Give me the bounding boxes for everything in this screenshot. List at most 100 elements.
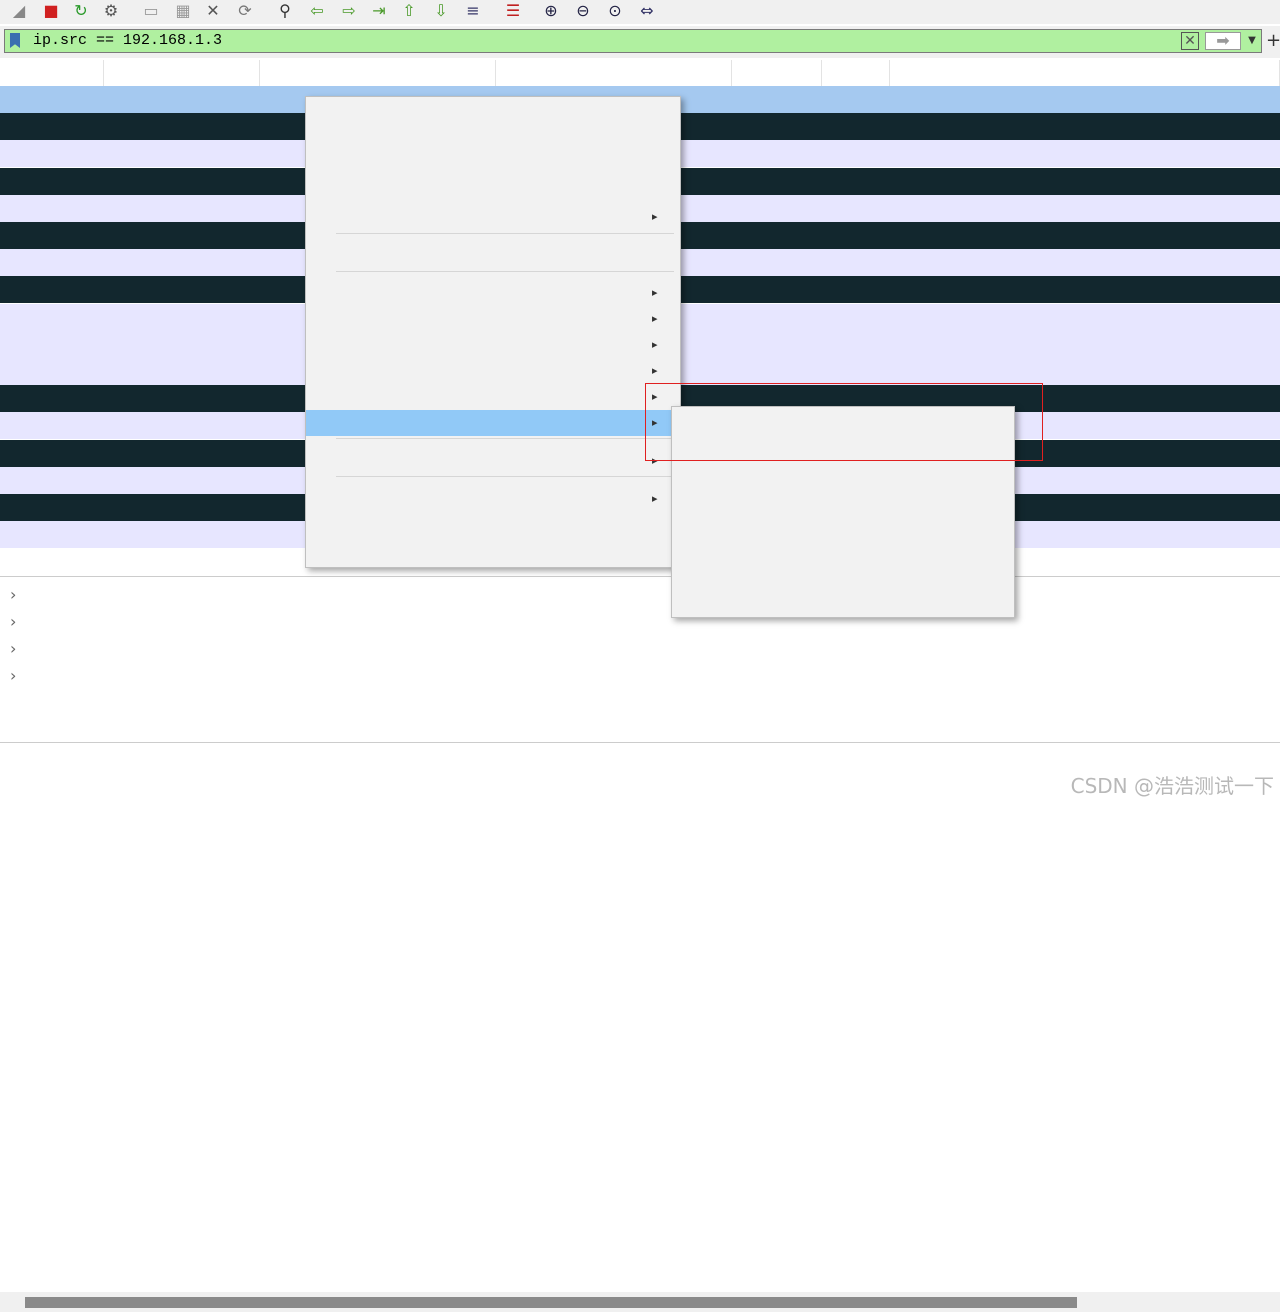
goto-icon[interactable]: ⇥ xyxy=(368,0,390,20)
resize-columns-icon[interactable]: ⇔ xyxy=(636,0,658,20)
zoom-in-icon[interactable]: ⊕ xyxy=(540,0,562,20)
packet-time-cell xyxy=(110,412,260,439)
colorize-icon[interactable]: ☰ xyxy=(502,0,524,20)
reload-icon[interactable]: ⟳ xyxy=(234,0,256,20)
detail-row[interactable]: › xyxy=(0,608,1280,635)
packet-no-cell xyxy=(0,195,104,222)
expand-arrow-icon[interactable]: › xyxy=(10,581,16,608)
packet-proto-cell xyxy=(738,276,824,303)
expand-arrow-icon[interactable]: › xyxy=(10,662,16,689)
packet-proto-cell xyxy=(738,222,824,249)
packet-time-cell xyxy=(110,140,260,167)
column-header-info[interactable] xyxy=(890,60,1280,86)
packet-no-cell xyxy=(0,86,104,113)
expand-arrow-icon[interactable]: › xyxy=(10,635,16,662)
expand-arrow-icon[interactable]: › xyxy=(10,608,16,635)
column-header-protocol[interactable] xyxy=(732,60,822,86)
column-header-length[interactable] xyxy=(822,60,890,86)
last-icon[interactable]: ⇩ xyxy=(430,0,452,20)
detail-row[interactable]: › xyxy=(0,581,1280,608)
packet-len-cell xyxy=(830,195,886,222)
find-icon[interactable]: ⚲ xyxy=(274,0,296,20)
packet-len-cell xyxy=(830,86,886,113)
menu-item[interactable]: ▸ xyxy=(306,280,680,306)
submenu-item xyxy=(672,590,1014,616)
packet-time-cell xyxy=(110,86,260,113)
menu-item[interactable] xyxy=(306,126,680,152)
packet-time-cell xyxy=(110,521,260,548)
packet-no-cell xyxy=(0,494,104,521)
zoom-out-icon[interactable]: ⊖ xyxy=(572,0,594,20)
menu-item[interactable]: ▸ xyxy=(306,410,680,436)
menu-item[interactable] xyxy=(306,100,680,126)
add-filter-button-icon[interactable]: + xyxy=(1266,30,1280,51)
bookmark-icon[interactable] xyxy=(10,33,20,48)
packet-proto-cell xyxy=(738,168,824,195)
packet-proto-cell xyxy=(738,140,824,167)
details-hscroll[interactable] xyxy=(0,1292,1280,1312)
first-icon[interactable]: ⇧ xyxy=(398,0,420,20)
packet-time-cell xyxy=(110,385,260,412)
packet-time-cell xyxy=(110,168,260,195)
restart-icon[interactable]: ↻ xyxy=(70,0,92,20)
watermark: CSDN @浩浩测试一下 xyxy=(1070,774,1274,798)
submenu-arrow-icon: ▸ xyxy=(652,454,658,467)
packet-time-cell xyxy=(110,222,260,249)
detail-row[interactable]: › xyxy=(0,635,1280,662)
packet-len-cell xyxy=(830,140,886,167)
packet-info-cell xyxy=(896,331,1280,358)
packet-info-cell xyxy=(896,86,1280,113)
shark-fin-icon[interactable]: ◢ xyxy=(8,0,30,20)
packet-no-cell xyxy=(0,331,104,358)
column-header-no[interactable] xyxy=(0,60,104,86)
stop-icon[interactable]: ■ xyxy=(40,0,62,20)
menu-item[interactable]: ▸ xyxy=(306,306,680,332)
clear-filter-icon[interactable]: ✕ xyxy=(1181,32,1199,50)
menu-separator xyxy=(336,271,674,272)
menu-item[interactable] xyxy=(306,512,680,538)
autoscroll-icon[interactable]: ≡ xyxy=(462,0,484,20)
back-icon[interactable]: ⇦ xyxy=(306,0,328,20)
menu-item[interactable]: ▸ xyxy=(306,332,680,358)
column-header-destination[interactable] xyxy=(496,60,732,86)
packet-proto-cell xyxy=(738,113,824,140)
packet-no-cell xyxy=(0,249,104,276)
packet-info-cell xyxy=(896,113,1280,140)
detail-row[interactable]: › xyxy=(0,662,1280,689)
submenu-arrow-icon: ▸ xyxy=(652,210,658,223)
scroll-thumb[interactable] xyxy=(25,1297,1077,1308)
open-file-icon[interactable]: ▭ xyxy=(140,0,162,20)
apply-filter-icon[interactable]: ➡ xyxy=(1205,32,1241,50)
submenu-arrow-icon: ▸ xyxy=(652,364,658,377)
packet-context-menu: ▸ ▸ ▸ ▸ ▸ ▸ ▸ ▸ ▸ xyxy=(305,96,681,568)
menu-item[interactable]: ▸ xyxy=(306,448,680,474)
display-filter-input[interactable] xyxy=(31,30,1185,52)
menu-item[interactable]: ▸ xyxy=(306,486,680,512)
submenu-item xyxy=(672,538,1014,564)
column-header-time[interactable] xyxy=(104,60,260,86)
packet-info-cell xyxy=(896,249,1280,276)
gear-icon[interactable]: ⚙ xyxy=(100,0,122,20)
packet-len-cell xyxy=(830,276,886,303)
menu-item[interactable]: ▸ xyxy=(306,204,680,230)
packet-no-cell xyxy=(0,385,104,412)
packet-len-cell xyxy=(830,304,886,331)
packet-proto-cell xyxy=(738,249,824,276)
save-file-icon[interactable]: ▦ xyxy=(172,0,194,20)
packet-time-cell xyxy=(110,494,260,521)
packet-time-cell xyxy=(110,276,260,303)
menu-item[interactable] xyxy=(306,178,680,204)
packet-no-cell xyxy=(0,276,104,303)
submenu-arrow-icon: ▸ xyxy=(652,312,658,325)
zoom-reset-icon[interactable]: ⊙ xyxy=(604,0,626,20)
menu-item[interactable] xyxy=(306,538,680,564)
column-header-source[interactable] xyxy=(260,60,496,86)
menu-item[interactable]: ▸ xyxy=(306,358,680,384)
menu-item[interactable]: ▸ xyxy=(306,384,680,410)
submenu-item[interactable] xyxy=(672,409,1014,435)
forward-icon[interactable]: ⇨ xyxy=(338,0,360,20)
menu-item[interactable] xyxy=(306,242,680,268)
menu-item[interactable] xyxy=(306,152,680,178)
filter-dropdown-icon[interactable]: ▼ xyxy=(1245,32,1259,50)
close-file-icon[interactable]: ✕ xyxy=(202,0,224,20)
